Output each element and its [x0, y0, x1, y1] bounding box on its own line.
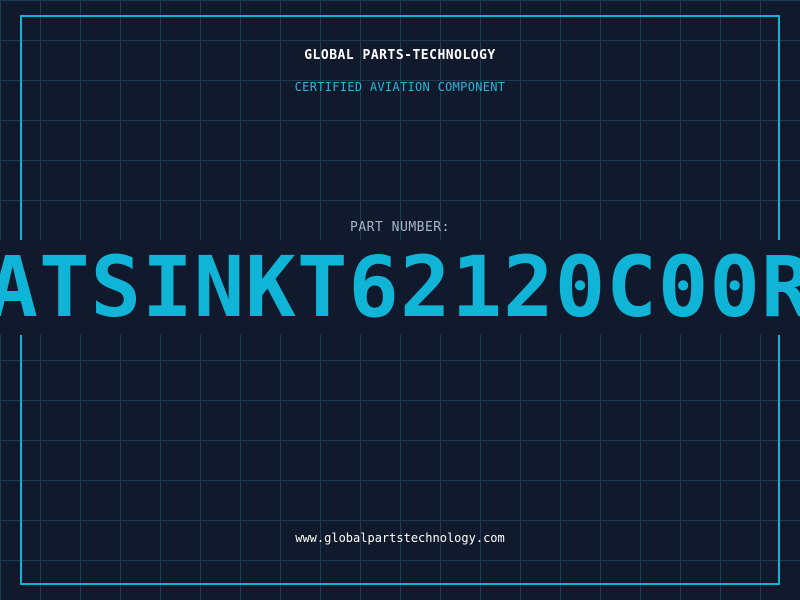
company-name: GLOBAL PARTS-TECHNOLOGY: [304, 48, 496, 63]
part-number-display: HEATSINKT62120C00REV: [0, 240, 800, 335]
website-url: www.globalpartstechnology.com: [295, 531, 505, 545]
part-number-value: HEATSINKT62120C00REV: [0, 240, 800, 335]
certification-subtitle: CERTIFIED AVIATION COMPONENT: [294, 80, 506, 94]
part-number-label: PART NUMBER:: [350, 220, 450, 235]
